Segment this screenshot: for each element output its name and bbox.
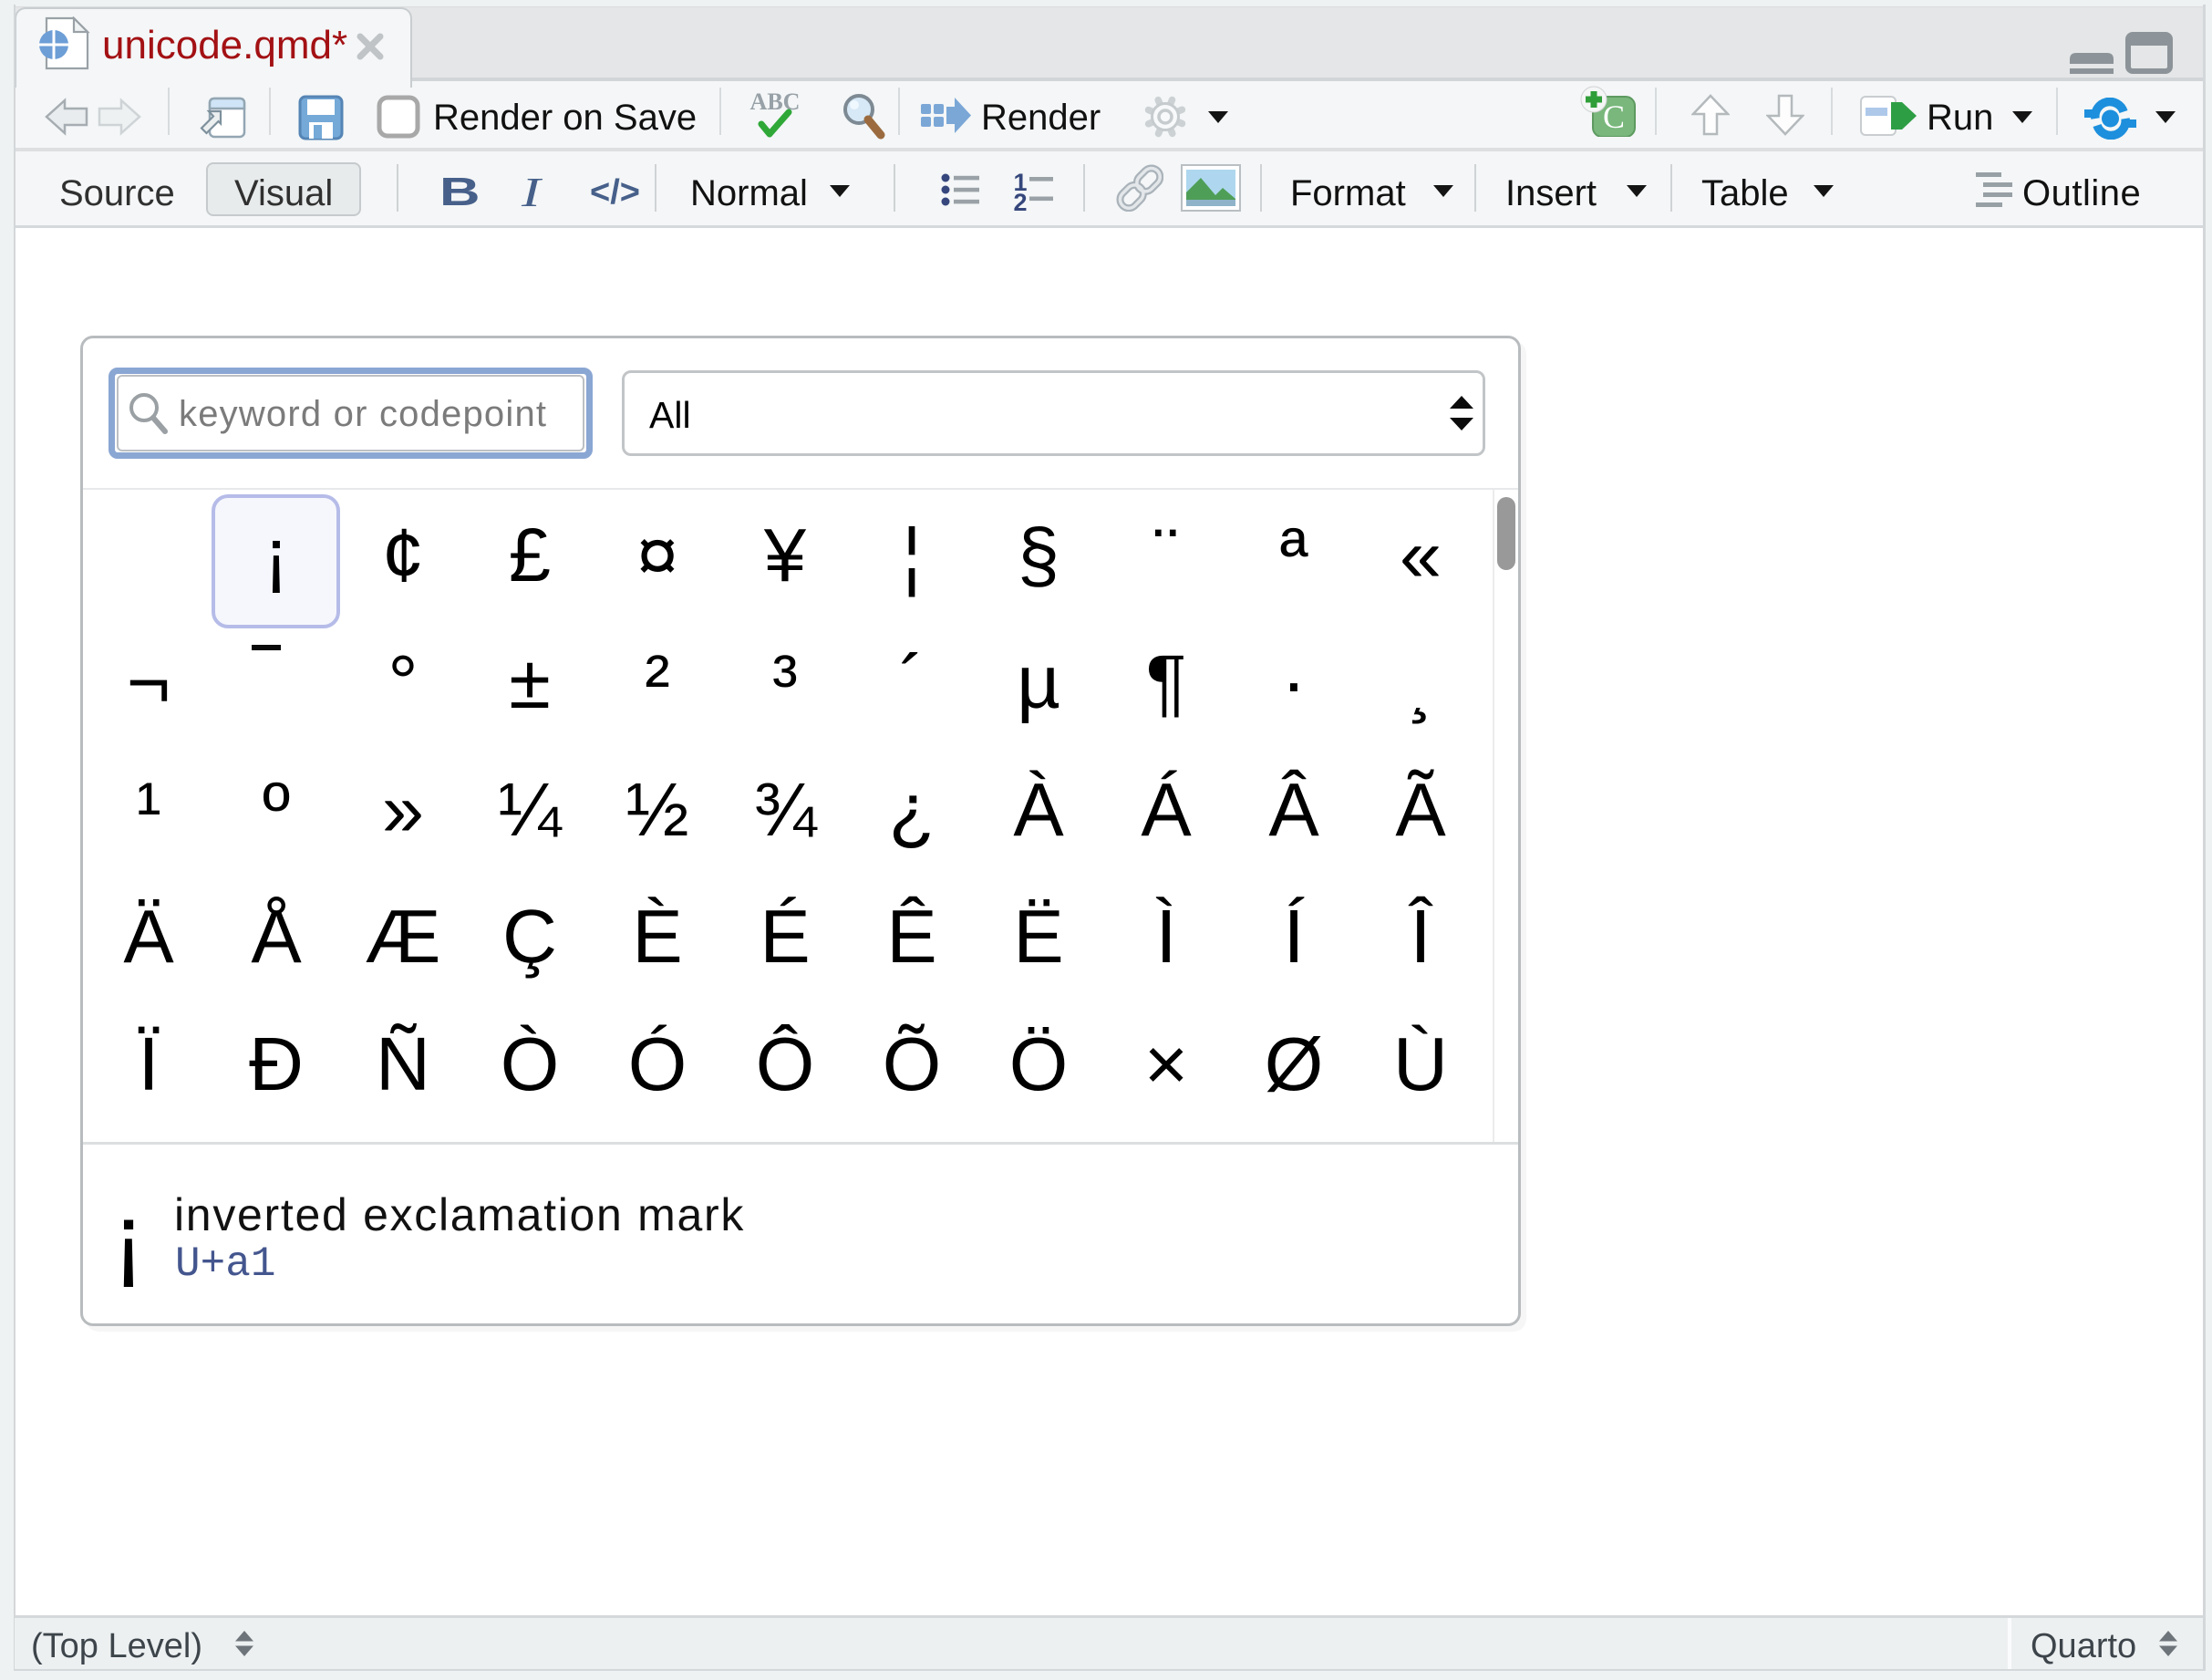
svg-text:2: 2 — [1014, 189, 1028, 212]
svg-text:ABC: ABC — [750, 89, 801, 115]
